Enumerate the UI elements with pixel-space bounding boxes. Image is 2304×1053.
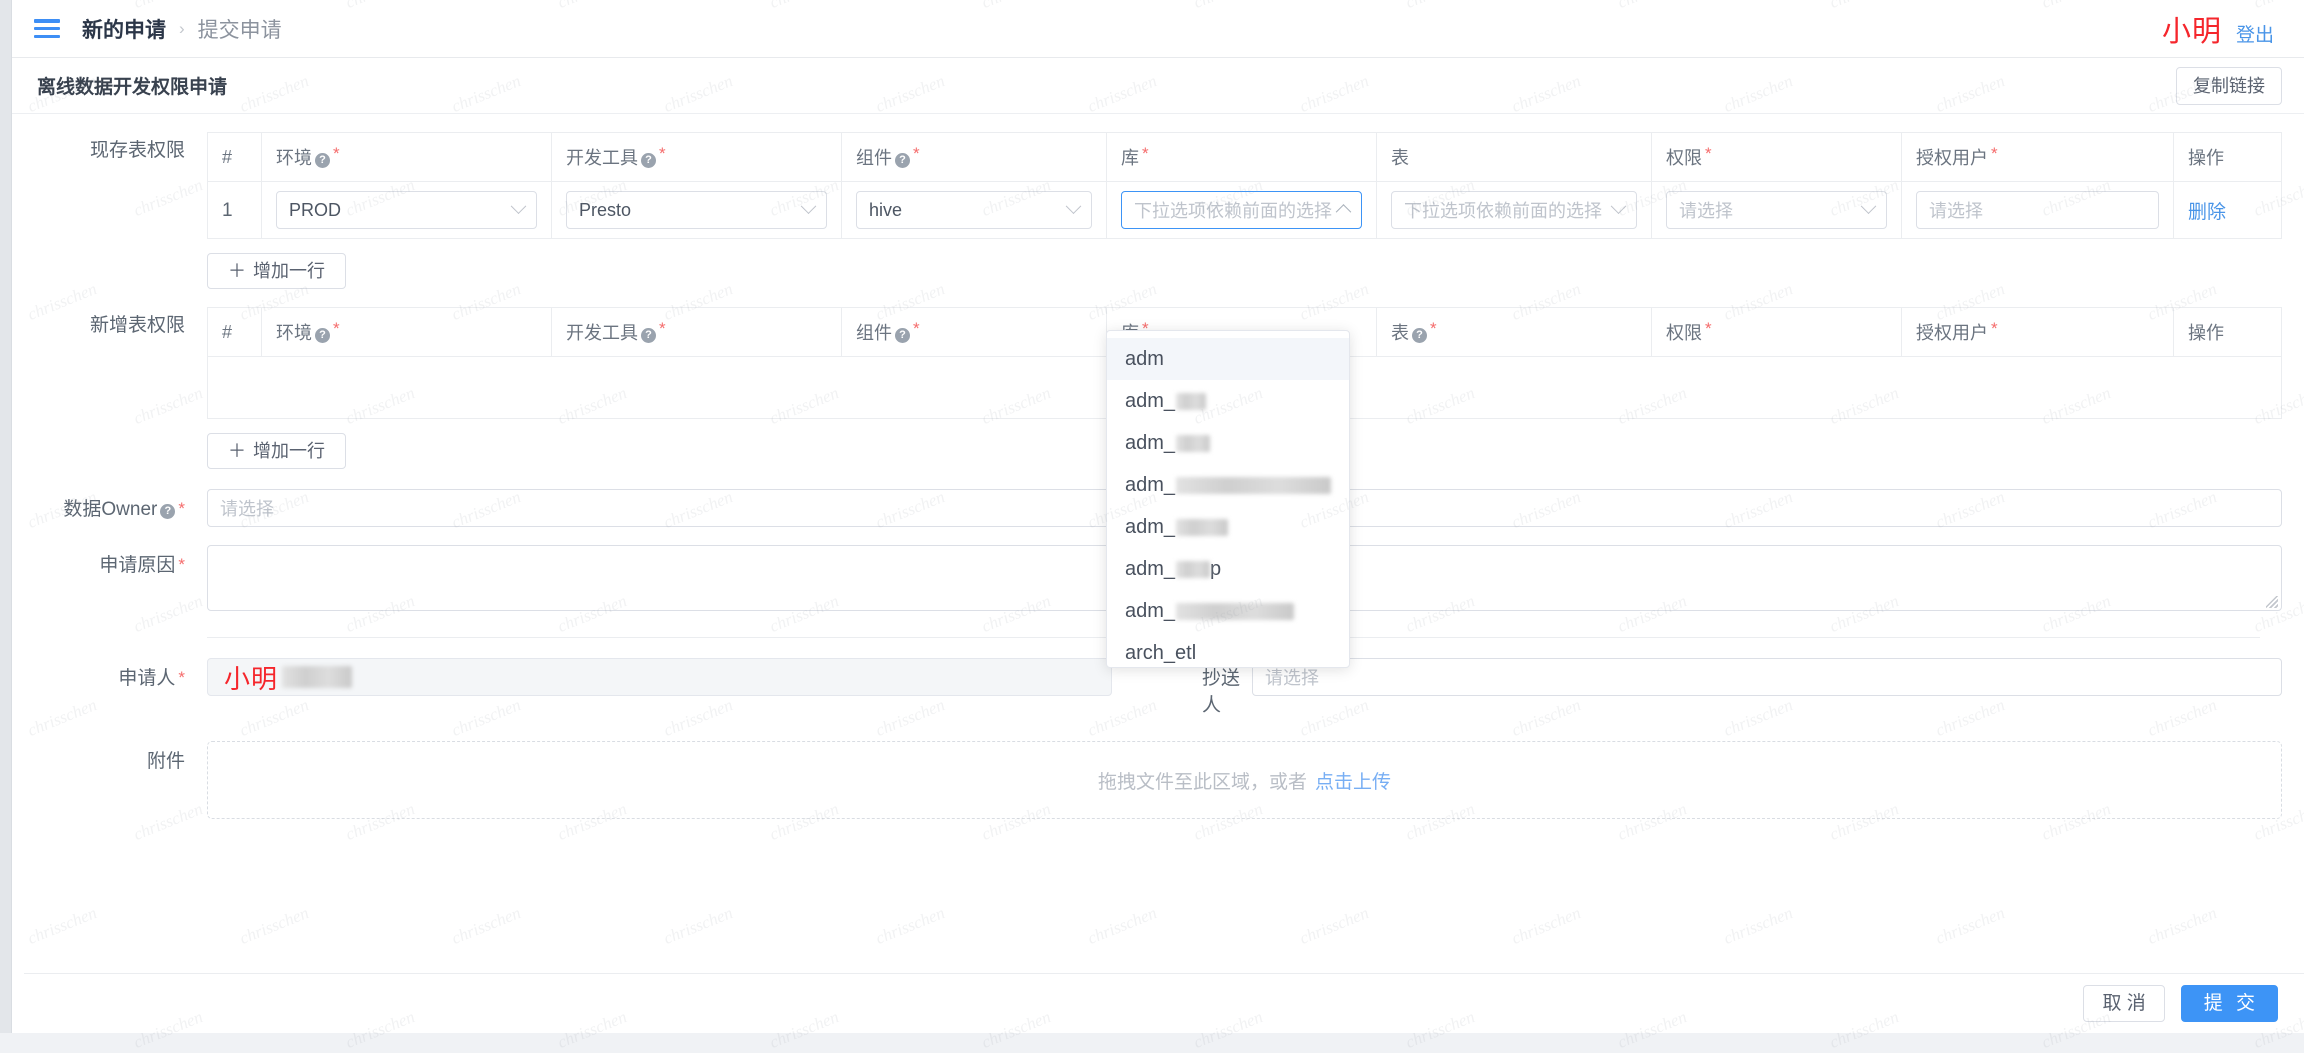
col-header-index: # bbox=[207, 132, 262, 182]
col-header-grant-user: 授权用户 * bbox=[1901, 307, 2174, 357]
database-select[interactable]: 下拉选项依赖前面的选择 bbox=[1121, 191, 1362, 229]
grant-user-input[interactable]: 请选择 bbox=[1916, 191, 2159, 229]
existing-table-wrap: # 环境? * 开发工具? * 组件? * 库 * 表 权限 * 授权用户 * 操作 bbox=[207, 132, 2282, 289]
left-rail bbox=[0, 0, 12, 1033]
chevron-down-icon bbox=[1065, 197, 1082, 214]
upload-click-link[interactable]: 点击上传 bbox=[1315, 767, 1391, 794]
copy-link-button[interactable]: 复制链接 bbox=[2176, 66, 2282, 105]
cancel-button[interactable]: 取 消 bbox=[2083, 985, 2165, 1022]
table-row: 1 PROD Presto hive 下拉选项依赖前面的选择 下拉选项依赖前面的… bbox=[207, 181, 2282, 239]
section-existing-permissions: 现存表权限 # 环境? * 开发工具? * 组件? * 库 * 表 权限 * 授… bbox=[12, 132, 2282, 289]
col-header-env: 环境? * bbox=[261, 132, 552, 182]
col-header-env: 环境? * bbox=[261, 307, 552, 357]
card-header: 离线数据开发权限申请 复制链接 bbox=[12, 58, 2304, 114]
help-icon[interactable]: ? bbox=[315, 328, 330, 343]
table-select[interactable]: 下拉选项依赖前面的选择 bbox=[1391, 191, 1637, 229]
col-header-table: 表? * bbox=[1376, 307, 1652, 357]
help-icon[interactable]: ? bbox=[641, 153, 656, 168]
col-header-tool: 开发工具? * bbox=[551, 307, 842, 357]
chevron-up-icon bbox=[1335, 203, 1352, 220]
cell-index: 1 bbox=[207, 181, 262, 239]
col-header-database: 库* bbox=[1106, 132, 1377, 182]
cell-permission: 请选择 bbox=[1651, 181, 1902, 239]
breadcrumb-separator-icon: › bbox=[179, 18, 185, 38]
dropdown-option[interactable]: adm_ bbox=[1107, 506, 1349, 548]
app-root: 新的申请 › 提交申请 小明 登出 离线数据开发权限申请 复制链接 现存表权限 bbox=[0, 0, 2304, 1052]
form-card: 离线数据开发权限申请 复制链接 现存表权限 # 环境 ? * 开发工具 ? * … bbox=[12, 58, 2304, 1033]
reason-label: 申请原因 * bbox=[99, 555, 185, 576]
cell-env: PROD bbox=[261, 181, 552, 239]
help-icon[interactable]: ? bbox=[1412, 328, 1427, 343]
col-header-permission: 权限 * bbox=[1651, 132, 1902, 182]
logout-link[interactable]: 登出 bbox=[2236, 20, 2274, 47]
cell-tool: Presto bbox=[551, 181, 842, 239]
col-header-component: 组件? * bbox=[841, 307, 1107, 357]
help-icon[interactable]: ? bbox=[641, 328, 656, 343]
delete-row-link[interactable]: 删除 bbox=[2188, 202, 2226, 223]
attachment-label: 附件 bbox=[146, 751, 185, 773]
env-select[interactable]: PROD bbox=[276, 191, 537, 229]
section-new-label: 新增表权限 bbox=[89, 315, 185, 336]
breadcrumb-sub[interactable]: 提交申请 bbox=[198, 14, 282, 44]
dropdown-option[interactable]: adm_ bbox=[1107, 464, 1349, 506]
cell-component: hive bbox=[841, 181, 1107, 239]
page-title: 离线数据开发权限申请 bbox=[37, 77, 228, 98]
current-user-name: 小明 bbox=[2161, 15, 2222, 48]
upload-hint: 拖拽文件至此区域，或者 bbox=[1097, 771, 1307, 793]
cc-input[interactable]: 请选择 bbox=[1252, 658, 2282, 696]
col-header-index: # bbox=[207, 307, 262, 357]
applicant-label: 申请人 * bbox=[118, 668, 185, 689]
database-options-dropdown[interactable]: adm adm_ adm_ adm_ adm_ adm_ p adm_ arch_… bbox=[1106, 330, 1350, 668]
top-bar: 新的申请 › 提交申请 小明 登出 bbox=[12, 0, 2304, 58]
help-icon[interactable]: ? bbox=[895, 328, 910, 343]
plus-icon: ＋ bbox=[228, 441, 246, 461]
breadcrumb-current[interactable]: 新的申请 bbox=[82, 14, 166, 44]
file-upload-dropzone[interactable]: 拖拽文件至此区域，或者 点击上传 bbox=[207, 741, 2282, 820]
chevron-down-icon bbox=[1610, 197, 1627, 214]
form-footer: 取 消 提 交 bbox=[24, 973, 2304, 1033]
col-header-action: 操作 bbox=[2173, 307, 2282, 357]
applicant-input: 小明 bbox=[207, 658, 1112, 696]
dropdown-option[interactable]: adm_ bbox=[1107, 380, 1349, 422]
cell-action: 删除 bbox=[2173, 181, 2282, 239]
chevron-down-icon bbox=[510, 197, 527, 214]
field-row-attachment: 附件 拖拽文件至此区域，或者 点击上传 bbox=[12, 741, 2282, 820]
col-header-grant-user: 授权用户 * bbox=[1901, 132, 2174, 182]
section-existing-label: 现存表权限 bbox=[89, 140, 185, 161]
resize-handle-icon[interactable] bbox=[2266, 596, 2278, 608]
cell-database: 下拉选项依赖前面的选择 bbox=[1106, 181, 1377, 239]
cell-grant-user: 请选择 bbox=[1901, 181, 2174, 239]
help-icon[interactable]: ? bbox=[895, 153, 910, 168]
component-select[interactable]: hive bbox=[856, 191, 1092, 229]
hamburger-icon[interactable] bbox=[34, 19, 60, 38]
help-icon[interactable]: ? bbox=[315, 153, 330, 168]
add-row-button-new[interactable]: ＋增加一行 bbox=[207, 433, 346, 469]
permission-select[interactable]: 请选择 bbox=[1666, 191, 1887, 229]
existing-permissions-table: # 环境? * 开发工具? * 组件? * 库 * 表 权限 * 授权用户 * 操作 bbox=[207, 132, 2282, 239]
col-header-table: 表 bbox=[1376, 132, 1652, 182]
dropdown-option[interactable]: adm_ bbox=[1107, 422, 1349, 464]
chevron-down-icon bbox=[1860, 197, 1877, 214]
chevron-down-icon bbox=[800, 197, 817, 214]
col-header-tool: 开发工具? * bbox=[551, 132, 842, 182]
dropdown-option[interactable]: adm_ bbox=[1107, 590, 1349, 632]
dropdown-option[interactable]: adm_ p bbox=[1107, 548, 1349, 590]
dropdown-option[interactable]: adm bbox=[1107, 338, 1349, 380]
plus-icon: ＋ bbox=[228, 261, 246, 281]
redacted-applicant-id bbox=[282, 666, 353, 688]
cell-table: 下拉选项依赖前面的选择 bbox=[1376, 181, 1652, 239]
dev-tool-select[interactable]: Presto bbox=[566, 191, 827, 229]
owner-label: 数据Owner? * bbox=[63, 499, 185, 520]
help-icon[interactable]: ? bbox=[160, 504, 176, 519]
col-header-permission: 权限 * bbox=[1651, 307, 1902, 357]
col-header-action: 操作 bbox=[2173, 132, 2282, 182]
submit-button[interactable]: 提 交 bbox=[2180, 985, 2278, 1022]
table-header-row: # 环境? * 开发工具? * 组件? * 库 * 表 权限 * 授权用户 * 操作 bbox=[207, 132, 2282, 182]
dropdown-option[interactable]: arch_etl bbox=[1107, 632, 1349, 667]
add-row-button-existing[interactable]: ＋增加一行 bbox=[207, 253, 346, 289]
topbar-right: 小明 登出 bbox=[2162, 8, 2282, 50]
col-header-component: 组件? * bbox=[841, 132, 1107, 182]
